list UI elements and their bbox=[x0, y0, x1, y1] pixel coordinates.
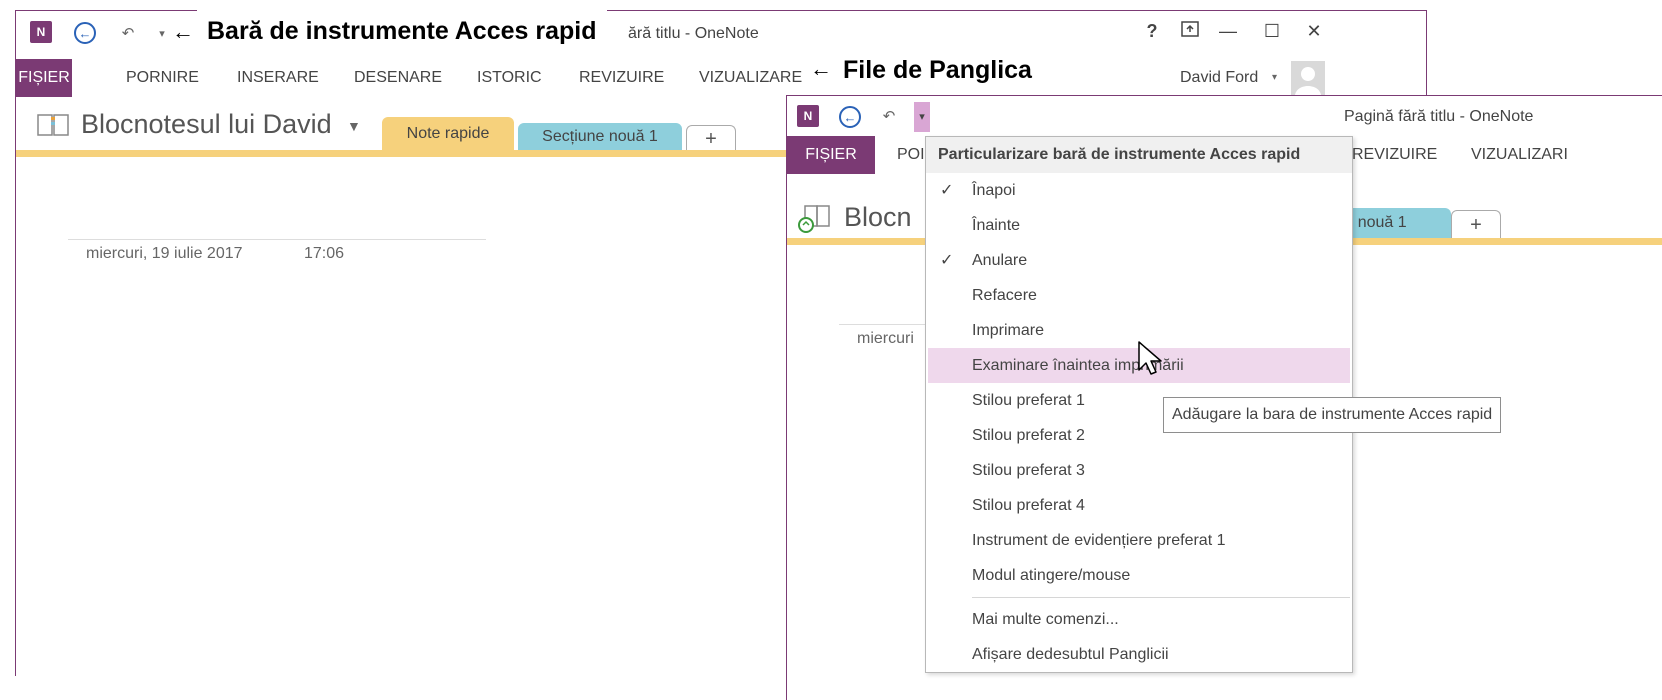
menu-item-redo[interactable]: Refacere bbox=[926, 278, 1352, 313]
tab-view[interactable]: VIZUALIZARI bbox=[1461, 136, 1578, 174]
menu-item-label: Mai multe comenzi... bbox=[972, 611, 1119, 628]
page-date: miercuri, 19 iulie 2017 bbox=[86, 245, 243, 262]
close-icon[interactable]: ✕ bbox=[1302, 21, 1326, 42]
menu-item-label: Stilou preferat 3 bbox=[972, 462, 1085, 479]
notebook-sync-icon bbox=[797, 204, 831, 239]
menu-item-label: Afișare dedesubtul Panglicii bbox=[972, 646, 1169, 663]
ribbon-tabs: FIȘIER PORNIRE INSERARE DESENARE ISTORIC… bbox=[16, 59, 1426, 97]
menu-item-show-below-ribbon[interactable]: Afișare dedesubtul Panglicii bbox=[926, 637, 1352, 672]
arrow-left-icon: ← bbox=[810, 56, 832, 81]
menu-item-label: Stilou preferat 1 bbox=[972, 392, 1085, 409]
menu-item-touch-mouse-mode[interactable]: Modul atingere/mouse bbox=[926, 558, 1352, 593]
window-title: Pagină fără titlu - OneNote bbox=[1344, 108, 1534, 125]
help-button[interactable]: ? bbox=[1140, 21, 1164, 42]
undo-icon[interactable]: ↶ bbox=[877, 104, 901, 128]
tab-file[interactable]: FIȘIER bbox=[787, 136, 875, 174]
menu-item-label: Anulare bbox=[972, 252, 1028, 269]
checkmark-icon: ✓ bbox=[940, 252, 954, 269]
notebook-title[interactable]: Blocnotesul lui David bbox=[81, 109, 332, 140]
maximize-icon[interactable]: ☐ bbox=[1260, 21, 1284, 42]
menu-item-undo[interactable]: ✓ Anulare bbox=[926, 243, 1352, 278]
menu-item-label: Înainte bbox=[972, 217, 1021, 234]
callout-qat: Bară de instrumente Acces rapid bbox=[197, 10, 607, 52]
user-dropdown-icon[interactable]: ▾ bbox=[1272, 72, 1277, 83]
undo-icon[interactable]: ↶ bbox=[116, 21, 140, 45]
menu-item-label: Înapoi bbox=[972, 182, 1016, 199]
menu-separator bbox=[972, 597, 1350, 598]
customize-qat-button[interactable]: ▾ bbox=[914, 102, 930, 132]
add-section-button[interactable]: + bbox=[1451, 210, 1501, 239]
section-tab-quick-notes[interactable]: Note rapide bbox=[382, 117, 514, 151]
notebook-icon bbox=[36, 111, 70, 144]
menu-item-favorite-pen-3[interactable]: Stilou preferat 3 bbox=[926, 453, 1352, 488]
menu-item-label: Stilou preferat 2 bbox=[972, 427, 1085, 444]
page-title-line bbox=[839, 324, 929, 325]
tab-review[interactable]: REVIZUIRE bbox=[1342, 136, 1447, 174]
customize-qat-icon[interactable]: ▾ bbox=[150, 21, 174, 45]
back-icon[interactable]: ← bbox=[839, 106, 861, 128]
menu-item-label: Imprimare bbox=[972, 322, 1045, 339]
menu-item-favorite-pen-4[interactable]: Stilou preferat 4 bbox=[926, 488, 1352, 523]
arrow-left-icon: ← bbox=[172, 19, 194, 44]
menu-item-label: Stilou preferat 4 bbox=[972, 497, 1085, 514]
menu-item-label: Modul atingere/mouse bbox=[972, 567, 1131, 584]
avatar[interactable] bbox=[1291, 61, 1325, 95]
menu-item-label: Refacere bbox=[972, 287, 1037, 304]
tab-home[interactable]: PORNIRE bbox=[116, 59, 209, 97]
tab-view[interactable]: VIZUALIZARE bbox=[689, 59, 812, 97]
onenote-logo-icon: N bbox=[797, 105, 819, 127]
mouse-cursor-icon bbox=[1137, 340, 1167, 380]
back-icon[interactable]: ← bbox=[74, 22, 96, 44]
menu-item-forward[interactable]: Înainte bbox=[926, 208, 1352, 243]
page-title-line bbox=[68, 239, 486, 240]
tab-draw[interactable]: DESENARE bbox=[344, 59, 452, 97]
page-time: 17:06 bbox=[304, 245, 345, 262]
menu-item-favorite-highlighter-1[interactable]: Instrument de evidențiere preferat 1 bbox=[926, 523, 1352, 558]
minimize-icon[interactable]: — bbox=[1216, 21, 1240, 42]
menu-item-more-commands[interactable]: Mai multe comenzi... bbox=[926, 602, 1352, 637]
tooltip: Adăugare la bara de instrumente Acces ra… bbox=[1163, 397, 1502, 433]
tab-file[interactable]: FIȘIER bbox=[16, 59, 72, 97]
checkmark-icon: ✓ bbox=[940, 182, 954, 199]
menu-item-back[interactable]: ✓ Înapoi bbox=[926, 173, 1352, 208]
window-title: ără titlu - OneNote bbox=[628, 25, 759, 42]
section-tab-new-section[interactable]: Secțiune nouă 1 bbox=[518, 123, 682, 151]
menu-item-label: Instrument de evidențiere preferat 1 bbox=[972, 532, 1226, 549]
notebook-dropdown-icon[interactable]: ▼ bbox=[347, 118, 361, 134]
tab-history[interactable]: ISTORIC bbox=[467, 59, 552, 97]
page-date: miercuri bbox=[857, 330, 914, 347]
notebook-title[interactable]: Blocn bbox=[844, 202, 912, 233]
tab-review[interactable]: REVIZUIRE bbox=[569, 59, 674, 97]
ribbon-display-options-icon[interactable] bbox=[1178, 21, 1202, 42]
menu-header: Particularizare bară de instrumente Acce… bbox=[926, 137, 1352, 173]
onenote-logo-icon: N bbox=[30, 21, 52, 43]
user-name[interactable]: David Ford bbox=[1170, 59, 1268, 97]
tab-insert[interactable]: INSERARE bbox=[227, 59, 329, 97]
add-section-button[interactable]: + bbox=[686, 125, 736, 152]
callout-ribbon-tabs: File de Panglica bbox=[833, 49, 1115, 91]
